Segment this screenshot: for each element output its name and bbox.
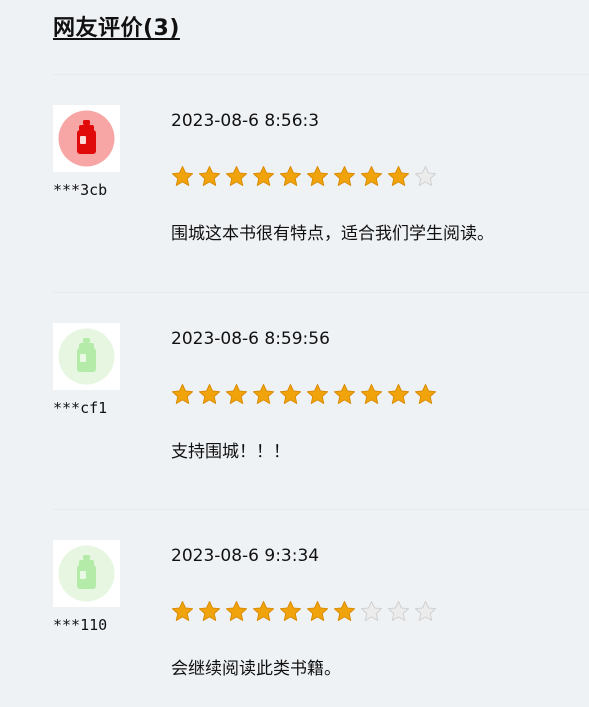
star-filled-icon bbox=[306, 165, 329, 186]
star-filled-icon bbox=[171, 600, 194, 621]
review-date: 2023-08-6 9:3:34 bbox=[171, 546, 320, 566]
star-rating bbox=[171, 165, 437, 188]
star-filled-icon bbox=[171, 165, 194, 186]
review-item: ***110 2023-08-6 9:3:34 会继续阅读此类书籍。 bbox=[53, 540, 589, 707]
review-date: 2023-08-6 8:56:3 bbox=[171, 111, 320, 131]
star-filled-icon bbox=[198, 165, 221, 186]
star-filled-icon bbox=[333, 165, 356, 186]
divider bbox=[53, 292, 589, 293]
star-filled-icon bbox=[225, 600, 248, 621]
star-filled-icon bbox=[360, 383, 383, 404]
avatar bbox=[53, 540, 120, 607]
star-filled-icon bbox=[360, 165, 383, 186]
review-comment: 会继续阅读此类书籍。 bbox=[171, 659, 341, 679]
reviews-heading[interactable]: 网友评价(3) bbox=[53, 10, 180, 42]
star-filled-icon bbox=[279, 383, 302, 404]
username: ***110 bbox=[53, 616, 108, 634]
star-filled-icon bbox=[171, 383, 194, 404]
star-filled-icon bbox=[387, 383, 410, 404]
star-filled-icon bbox=[333, 383, 356, 404]
star-filled-icon bbox=[225, 383, 248, 404]
red-bottle-icon bbox=[58, 110, 115, 167]
username: ***cf1 bbox=[53, 399, 108, 417]
star-filled-icon bbox=[279, 165, 302, 186]
avatar bbox=[53, 105, 120, 172]
green-bottle-icon bbox=[58, 545, 115, 602]
review-date: 2023-08-6 8:59:56 bbox=[171, 329, 330, 349]
divider bbox=[53, 74, 589, 75]
star-filled-icon bbox=[306, 600, 329, 621]
star-empty-icon bbox=[387, 600, 410, 621]
review-comment: 围城这本书很有特点，适合我们学生阅读。 bbox=[171, 224, 494, 244]
star-filled-icon bbox=[252, 600, 275, 621]
star-empty-icon bbox=[414, 165, 437, 186]
star-rating bbox=[171, 600, 437, 623]
star-filled-icon bbox=[414, 383, 437, 404]
reviews-page: 网友评价(3) ***3cb 2023-08-6 8:56:3 围城这本书很有特… bbox=[0, 0, 589, 707]
star-filled-icon bbox=[252, 165, 275, 186]
review-item: ***cf1 2023-08-6 8:59:56 支持围城！！！ bbox=[53, 323, 589, 513]
username: ***3cb bbox=[53, 181, 108, 199]
star-empty-icon bbox=[414, 600, 437, 621]
star-filled-icon bbox=[333, 600, 356, 621]
star-filled-icon bbox=[306, 383, 329, 404]
divider bbox=[53, 509, 589, 510]
star-filled-icon bbox=[198, 383, 221, 404]
star-filled-icon bbox=[225, 165, 248, 186]
star-filled-icon bbox=[387, 165, 410, 186]
green-bottle-icon bbox=[58, 328, 115, 385]
star-filled-icon bbox=[252, 383, 275, 404]
review-comment: 支持围城！！！ bbox=[171, 442, 290, 462]
avatar bbox=[53, 323, 120, 390]
review-item: ***3cb 2023-08-6 8:56:3 围城这本书很有特点，适合我们学生… bbox=[53, 105, 589, 295]
star-filled-icon bbox=[279, 600, 302, 621]
star-filled-icon bbox=[198, 600, 221, 621]
star-empty-icon bbox=[360, 600, 383, 621]
star-rating bbox=[171, 383, 437, 406]
